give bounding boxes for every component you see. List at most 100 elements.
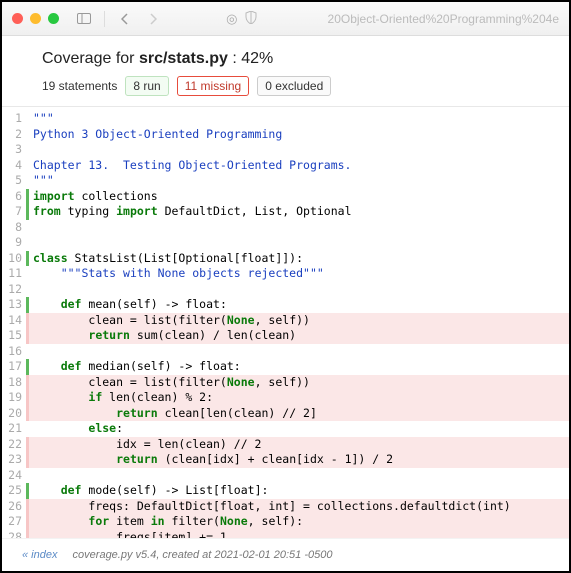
line-number: 16 (2, 344, 26, 360)
code-text: """ (29, 173, 569, 189)
coverage-header: Coverage for src/stats.py : 42% 19 state… (2, 36, 569, 107)
index-link[interactable]: « index (22, 549, 57, 561)
code-text: return (clean[idx] + clean[idx - 1]) / 2 (29, 452, 569, 468)
line-number: 7 (2, 204, 26, 220)
code-line: 22 idx = len(clean) // 2 (2, 437, 569, 453)
line-number: 3 (2, 142, 26, 158)
code-text: if len(clean) % 2: (29, 390, 569, 406)
code-line: 16 (2, 344, 569, 360)
code-line: 5""" (2, 173, 569, 189)
code-line: 8 (2, 220, 569, 236)
code-text: """ (29, 111, 569, 127)
code-text (29, 235, 569, 251)
line-number: 8 (2, 220, 26, 236)
code-text: Python 3 Object-Oriented Programming (29, 127, 569, 143)
code-text: return sum(clean) / len(clean) (29, 328, 569, 344)
code-line: 17 def median(self) -> float: (2, 359, 569, 375)
coverage-summary: 19 statements 8 run 11 missing 0 exclude… (42, 76, 529, 96)
code-line: 28 freqs[item] += 1 (2, 530, 569, 538)
code-text (29, 282, 569, 298)
code-line: 26 freqs: DefaultDict[float, int] = coll… (2, 499, 569, 515)
line-number: 22 (2, 437, 26, 453)
code-line: 20 return clean[len(clean) // 2] (2, 406, 569, 422)
reader-icon[interactable]: ◎ (226, 11, 237, 27)
minimize-icon[interactable] (30, 13, 41, 24)
code-line: 25 def mode(self) -> List[float]: (2, 483, 569, 499)
code-line: 1""" (2, 111, 569, 127)
footer-credit: coverage.py v5.4, created at 2021-02-01 … (73, 549, 333, 561)
code-text: def median(self) -> float: (29, 359, 569, 375)
line-number: 2 (2, 127, 26, 143)
line-number: 5 (2, 173, 26, 189)
line-number: 21 (2, 421, 26, 437)
code-line: 12 (2, 282, 569, 298)
code-text: freqs: DefaultDict[float, int] = collect… (29, 499, 569, 515)
code-text (29, 220, 569, 236)
page-title: Coverage for src/stats.py : 42% (42, 50, 529, 68)
code-text (29, 468, 569, 484)
line-number: 1 (2, 111, 26, 127)
shield-icon[interactable] (245, 11, 257, 27)
close-icon[interactable] (12, 13, 23, 24)
maximize-icon[interactable] (48, 13, 59, 24)
code-line: 3 (2, 142, 569, 158)
footer: « index coverage.py v5.4, created at 202… (2, 538, 569, 571)
titlebar: ◎ 20Object-Oriented%20Programming%204e (2, 2, 569, 36)
line-number: 19 (2, 390, 26, 406)
code-line: 13 def mean(self) -> float: (2, 297, 569, 313)
code-text: def mean(self) -> float: (29, 297, 569, 313)
code-text: for item in filter(None, self): (29, 514, 569, 530)
url-field[interactable]: 20Object-Oriented%20Programming%204e (328, 12, 559, 26)
code-text: def mode(self) -> List[float]: (29, 483, 569, 499)
run-badge[interactable]: 8 run (125, 76, 168, 96)
forward-button[interactable] (142, 9, 164, 29)
missing-badge[interactable]: 11 missing (177, 76, 249, 96)
code-line: 15 return sum(clean) / len(clean) (2, 328, 569, 344)
line-number: 4 (2, 158, 26, 174)
line-number: 28 (2, 530, 26, 538)
line-number: 13 (2, 297, 26, 313)
code-line: 27 for item in filter(None, self): (2, 514, 569, 530)
code-text: return clean[len(clean) // 2] (29, 406, 569, 422)
code-line: 21 else: (2, 421, 569, 437)
excluded-badge[interactable]: 0 excluded (257, 76, 331, 96)
line-number: 18 (2, 375, 26, 391)
line-number: 27 (2, 514, 26, 530)
code-text: class StatsList(List[Optional[float]]): (29, 251, 569, 267)
line-number: 12 (2, 282, 26, 298)
line-number: 10 (2, 251, 26, 267)
code-text: idx = len(clean) // 2 (29, 437, 569, 453)
line-number: 15 (2, 328, 26, 344)
code-line: 6import collections (2, 189, 569, 205)
code-text (29, 344, 569, 360)
code-line: 4Chapter 13. Testing Object-Oriented Pro… (2, 158, 569, 174)
line-number: 6 (2, 189, 26, 205)
code-line: 9 (2, 235, 569, 251)
source-listing: 1"""2Python 3 Object-Oriented Programmin… (2, 107, 569, 538)
code-text: """Stats with None objects rejected""" (29, 266, 569, 282)
code-text: import collections (29, 189, 569, 205)
code-text (29, 142, 569, 158)
back-button[interactable] (114, 9, 136, 29)
window-controls (12, 13, 59, 24)
code-line: 18 clean = list(filter(None, self)) (2, 375, 569, 391)
line-number: 24 (2, 468, 26, 484)
line-number: 26 (2, 499, 26, 515)
code-text: clean = list(filter(None, self)) (29, 375, 569, 391)
code-line: 10class StatsList(List[Optional[float]])… (2, 251, 569, 267)
line-number: 20 (2, 406, 26, 422)
code-text: clean = list(filter(None, self)) (29, 313, 569, 329)
line-number: 14 (2, 313, 26, 329)
sidebar-toggle-icon[interactable] (73, 9, 95, 29)
code-line: 7from typing import DefaultDict, List, O… (2, 204, 569, 220)
code-text: Chapter 13. Testing Object-Oriented Prog… (29, 158, 569, 174)
code-text: from typing import DefaultDict, List, Op… (29, 204, 569, 220)
statements-count: 19 statements (42, 79, 117, 93)
code-line: 2Python 3 Object-Oriented Programming (2, 127, 569, 143)
code-line: 11 """Stats with None objects rejected""… (2, 266, 569, 282)
code-line: 24 (2, 468, 569, 484)
line-number: 25 (2, 483, 26, 499)
line-number: 9 (2, 235, 26, 251)
code-line: 23 return (clean[idx] + clean[idx - 1]) … (2, 452, 569, 468)
browser-window: ◎ 20Object-Oriented%20Programming%204e C… (2, 2, 569, 571)
